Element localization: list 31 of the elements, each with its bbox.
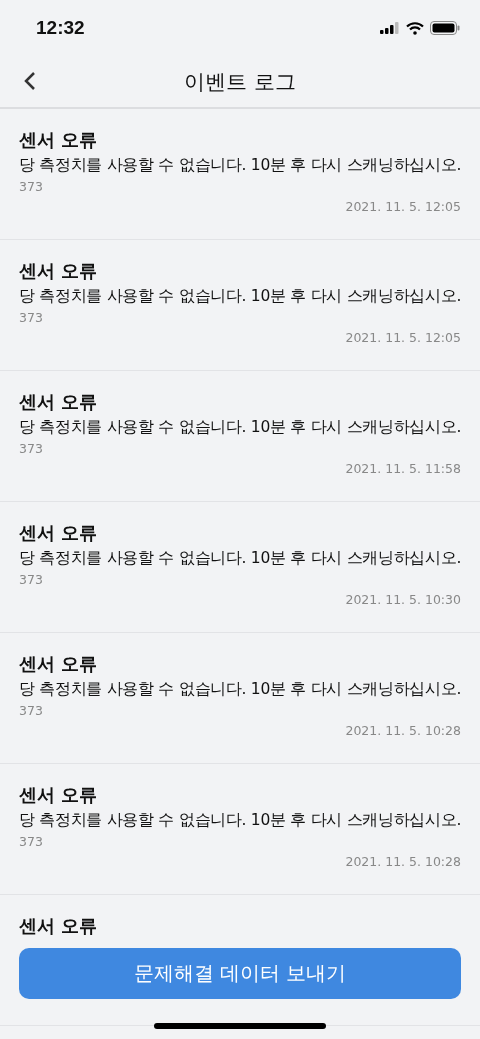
event-message: 당 측정치를 사용할 수 없습니다. 10분 후 다시 스캐닝하십시오. — [19, 286, 461, 307]
event-message: 당 측정치를 사용할 수 없습니다. 10분 후 다시 스캐닝하십시오. — [19, 417, 461, 438]
event-timestamp: 2021. 11. 5. 10:28 — [345, 854, 461, 869]
event-message: 당 측정치를 사용할 수 없습니다. 10분 후 다시 스캐닝하십시오. — [19, 679, 461, 700]
event-message: 당 측정치를 사용할 수 없습니다. 10분 후 다시 스캐닝하십시오. — [19, 810, 461, 831]
event-message: 당 측정치를 사용할 수 없습니다. 10분 후 다시 스캐닝하십시오. — [19, 155, 461, 176]
event-title: 센서 오류 — [19, 652, 99, 676]
event-title: 센서 오류 — [19, 128, 99, 152]
event-code: 373 — [19, 571, 44, 589]
event-title: 센서 오류 — [19, 259, 99, 283]
battery-icon — [430, 21, 460, 35]
signal-icon — [380, 22, 400, 34]
event-code: 373 — [19, 702, 44, 720]
event-code: 373 — [19, 178, 44, 196]
event-title: 센서 오류 — [19, 521, 99, 545]
send-data-button[interactable]: 문제해결 데이터 보내기 — [19, 948, 461, 999]
status-time: 12:32 — [36, 17, 85, 39]
event-title: 센서 오류 — [19, 783, 99, 807]
event-title: 센서 오류 — [19, 914, 99, 938]
event-timestamp: 2021. 11. 5. 11:58 — [345, 461, 461, 476]
event-code: 373 — [19, 833, 44, 851]
event-code: 373 — [19, 309, 44, 327]
event-timestamp: 2021. 11. 5. 10:28 — [345, 723, 461, 738]
wifi-icon — [406, 21, 424, 35]
event-code: 373 — [19, 440, 44, 458]
event-timestamp: 2021. 11. 5. 12:05 — [345, 199, 461, 214]
event-title: 센서 오류 — [19, 390, 99, 414]
event-message: 당 측정치를 사용할 수 없습니다. 10분 후 다시 스캐닝하십시오. — [19, 548, 461, 569]
event-timestamp: 2021. 11. 5. 10:30 — [345, 592, 461, 607]
event-timestamp: 2021. 11. 5. 12:05 — [345, 330, 461, 345]
page-title: 이벤트 로그 — [184, 68, 296, 96]
